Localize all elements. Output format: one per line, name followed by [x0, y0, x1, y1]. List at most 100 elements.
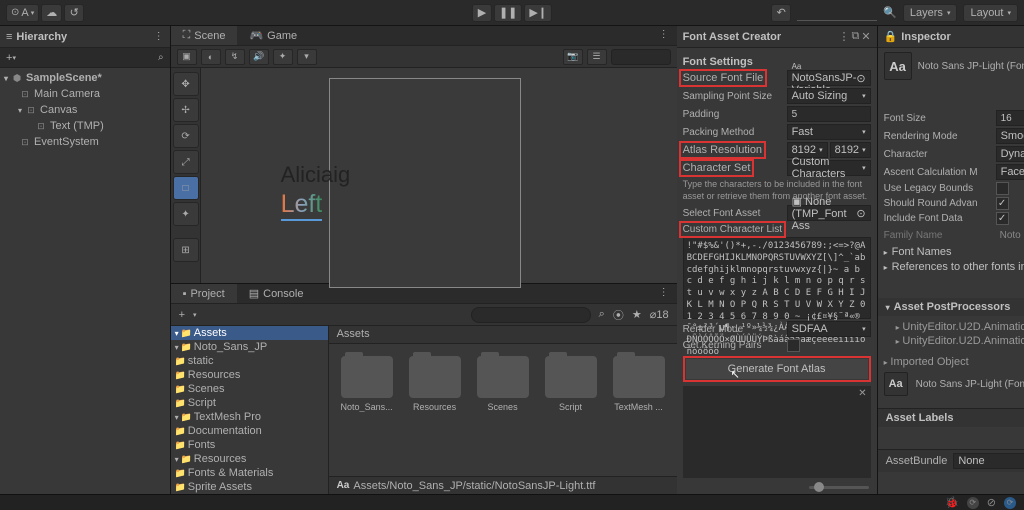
packing-dropdown[interactable]: Fast▾: [787, 124, 871, 140]
render-mode-dropdown[interactable]: SDFAA▾: [787, 321, 871, 337]
step-button[interactable]: ▶❙: [524, 4, 552, 22]
select-font-field[interactable]: ▣ None (TMP_Font Ass⊙: [787, 205, 871, 221]
imported-name: Noto Sans JP-Light (Font): [916, 379, 1024, 390]
hierarchy-item[interactable]: ⊡Text (TMP): [0, 118, 170, 134]
source-font-field[interactable]: Aa NotoSansJP-Variable⊙: [787, 70, 871, 86]
hidden-icon[interactable]: ⌀18: [650, 308, 669, 321]
scene-viewport[interactable]: Aliciaig Left: [201, 68, 677, 283]
tool-camera[interactable]: 📷: [563, 49, 583, 65]
folder-item[interactable]: 📁Fonts: [171, 438, 328, 452]
folder-item[interactable]: 📁Sprite Assets: [171, 480, 328, 494]
rendering-dropdown[interactable]: Smooth▾: [996, 128, 1024, 144]
source-font-label: Source Font File: [679, 69, 768, 87]
project-search[interactable]: [471, 307, 591, 323]
panel-menu-icon[interactable]: ⋮: [651, 284, 677, 303]
folder-item[interactable]: ▾📁Noto_Sans_JP: [171, 340, 328, 354]
tool-rotate[interactable]: ⟳: [173, 124, 199, 148]
references-foldout[interactable]: ▸References to other fonts in project: [884, 261, 1024, 273]
asset-folder[interactable]: Scenes: [477, 356, 529, 464]
history-button[interactable]: ↺: [64, 4, 84, 22]
postprocessors-header[interactable]: ▾Asset PostProcessors: [878, 298, 1024, 316]
padding-input[interactable]: 5: [787, 106, 871, 122]
tool-overlay[interactable]: ▾: [297, 49, 317, 65]
search-icon: 🔍: [883, 6, 897, 19]
preview-zoom-slider[interactable]: [809, 486, 869, 489]
cloud-button[interactable]: ☁: [41, 4, 62, 22]
object-picker-icon[interactable]: ⊙: [856, 72, 865, 85]
asset-folder[interactable]: Resources: [409, 356, 461, 464]
undo-button[interactable]: ↶: [771, 4, 791, 22]
round-checkbox[interactable]: ✓: [996, 197, 1009, 210]
folder-item[interactable]: 📁Script: [171, 396, 328, 410]
panel-menu-icon[interactable]: ⋮: [839, 30, 850, 43]
tool-scale[interactable]: ⤢: [173, 150, 199, 174]
account-button[interactable]: ⊙A▾: [6, 4, 39, 22]
tool-custom[interactable]: ⊞: [173, 238, 199, 262]
sampling-dropdown[interactable]: Auto Sizing▾: [787, 88, 871, 104]
close-icon[interactable]: ✕: [858, 388, 866, 399]
lock-icon[interactable]: 🔒: [884, 30, 898, 43]
charset-dropdown[interactable]: Custom Characters▾: [787, 160, 871, 176]
inspector-title: Inspector: [901, 31, 951, 43]
folder-item[interactable]: 📁Documentation: [171, 424, 328, 438]
folder-item[interactable]: 📁static: [171, 354, 328, 368]
tool-audio[interactable]: 🔊: [249, 49, 269, 65]
hierarchy-item[interactable]: ▾⬢SampleScene*: [0, 70, 170, 86]
close-icon[interactable]: ✕: [861, 30, 870, 43]
panel-menu-icon[interactable]: ⋮: [154, 31, 164, 42]
tab-scene[interactable]: ⛶Scene: [171, 26, 238, 45]
tool-3d[interactable]: ▣: [177, 49, 197, 65]
star-icon[interactable]: ★: [632, 308, 642, 321]
asset-folder[interactable]: Noto_Sans...: [341, 356, 393, 464]
popout-icon[interactable]: ⧉: [852, 30, 860, 43]
tab-console[interactable]: ▤Console: [237, 284, 316, 303]
tool-light[interactable]: ↯: [225, 49, 245, 65]
autorefresh-icon[interactable]: ⟳: [967, 497, 979, 509]
folder-item[interactable]: 📁Fonts & Materials: [171, 466, 328, 480]
scene-search[interactable]: [611, 49, 671, 65]
pause-button[interactable]: ❚❚: [494, 4, 522, 22]
folder-item[interactable]: 📁Scenes: [171, 382, 328, 396]
folder-item[interactable]: ▾📁Assets: [171, 326, 328, 340]
kerning-checkbox[interactable]: [787, 339, 800, 352]
folder-item[interactable]: ▾📁Resources: [171, 452, 328, 466]
assetbundle-dropdown[interactable]: None▾: [953, 453, 1024, 469]
asset-folder[interactable]: TextMesh ...: [613, 356, 665, 464]
search-icon: ⌕: [158, 52, 164, 63]
tool-gizmos[interactable]: ☰: [587, 49, 607, 65]
legacy-checkbox[interactable]: [996, 182, 1009, 195]
tool-transform[interactable]: ✦: [173, 202, 199, 226]
layers-dropdown[interactable]: Layers▾: [903, 4, 958, 22]
tab-game[interactable]: 🎮Game: [237, 26, 309, 45]
layout-dropdown[interactable]: Layout▾: [963, 4, 1018, 22]
generate-font-atlas-button[interactable]: Generate Font Atlas: [686, 359, 868, 379]
ascent-dropdown[interactable]: Face ascender metric▾: [996, 164, 1024, 180]
font-size-input[interactable]: 16: [996, 110, 1024, 126]
tmp-text-preview[interactable]: Left: [281, 190, 323, 221]
include-checkbox[interactable]: ✓: [996, 212, 1009, 225]
filter-icon[interactable]: ⦿: [613, 307, 624, 323]
tool-fx[interactable]: ✦: [273, 49, 293, 65]
object-picker-icon[interactable]: ⊙: [856, 207, 865, 220]
tool-view[interactable]: ✥: [173, 72, 199, 96]
hierarchy-item[interactable]: ▾⊡Canvas: [0, 102, 170, 118]
tool-rect[interactable]: □: [173, 176, 199, 200]
tool-move[interactable]: ✢: [173, 98, 199, 122]
tool-shade[interactable]: ◐: [201, 49, 221, 65]
font-names-foldout[interactable]: ▸Font Names: [884, 246, 1024, 258]
play-button[interactable]: ▶: [472, 4, 492, 22]
cache-icon[interactable]: ⊘: [987, 496, 996, 509]
hierarchy-item[interactable]: ⊡Main Camera: [0, 86, 170, 102]
hierarchy-item[interactable]: ⊡EventSystem: [0, 134, 170, 150]
bug-icon[interactable]: 🐞: [945, 496, 959, 509]
character-list-textarea[interactable]: !"#$%&'()*+,-./0123456789:;<=>?@ABCDEFGH…: [683, 237, 871, 319]
folder-item[interactable]: ▾📁TextMesh Pro: [171, 410, 328, 424]
character-dropdown[interactable]: Dynamic▾: [996, 146, 1024, 162]
asset-folder[interactable]: Script: [545, 356, 597, 464]
tab-project[interactable]: ▪Project: [171, 284, 237, 303]
round-label: Should Round Advan: [884, 198, 996, 209]
panel-menu-icon[interactable]: ⋮: [651, 26, 677, 45]
rendering-label: Rendering Mode: [884, 131, 996, 142]
folder-item[interactable]: 📁Resources: [171, 368, 328, 382]
hierarchy-search[interactable]: [16, 50, 158, 66]
